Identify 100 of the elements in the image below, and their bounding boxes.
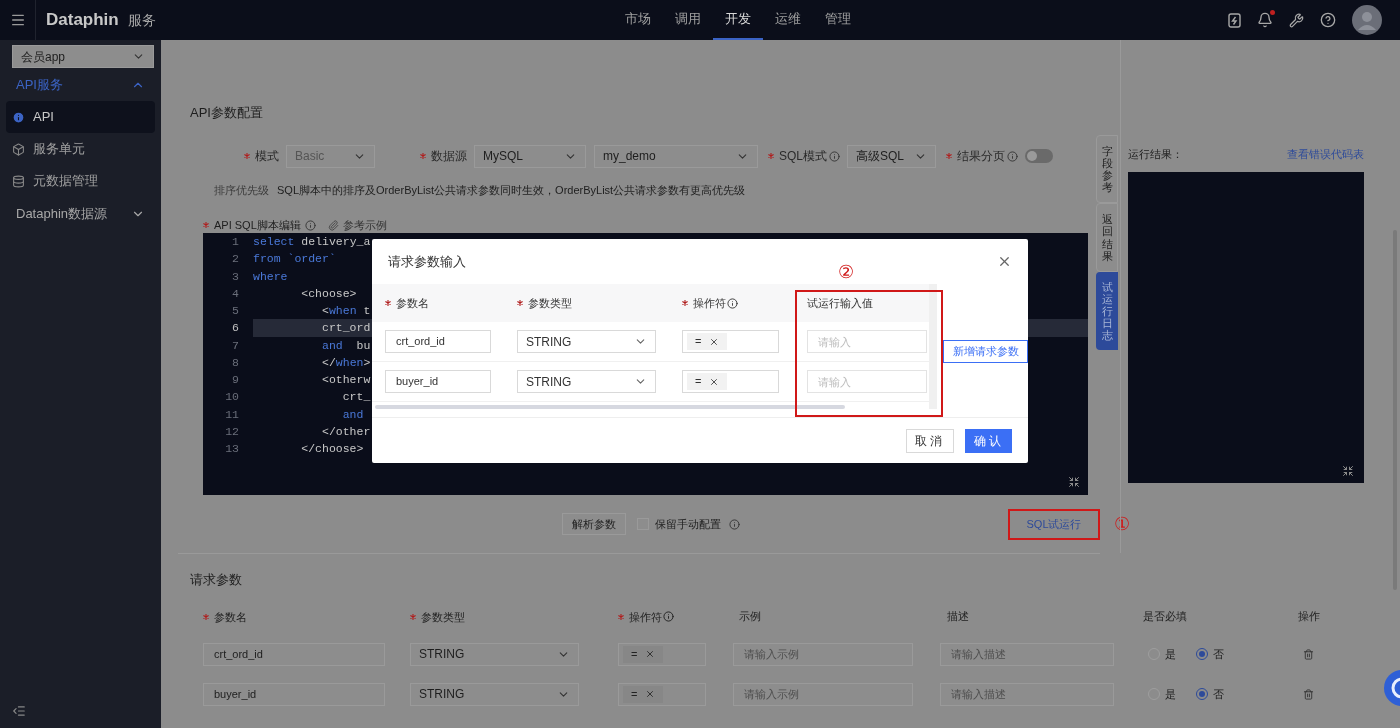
- info-icon: [304, 219, 316, 231]
- code-line: </choose>: [300, 442, 364, 455]
- radio-label: 否: [1213, 686, 1224, 702]
- param-type-select[interactable]: STRING: [410, 682, 579, 706]
- code-line: <choose>: [300, 286, 357, 300]
- code-line: </other: [321, 424, 371, 438]
- logo: Dataphin: [46, 9, 119, 32]
- info-icon: [829, 150, 840, 162]
- remove-icon[interactable]: [645, 689, 656, 699]
- add-param-button[interactable]: 新增请求参数: [943, 340, 1028, 363]
- confirm-button[interactable]: 确认: [965, 429, 1012, 453]
- datasource-select[interactable]: my_demo: [594, 144, 758, 168]
- side-tab[interactable]: 返回结果: [1096, 203, 1118, 272]
- database-icon: [12, 174, 25, 188]
- code-line: <otherw: [321, 373, 371, 386]
- nav-tab[interactable]: 开发: [712, 0, 763, 40]
- line-number: 13: [224, 441, 239, 457]
- param-type-select[interactable]: STRING: [517, 330, 656, 353]
- operator-field[interactable]: =: [618, 642, 706, 666]
- field-label: 数据源: [420, 147, 467, 165]
- trial-value-field[interactable]: 请输入: [807, 330, 927, 353]
- nav-tab[interactable]: 市场: [612, 0, 663, 40]
- collapse-icon[interactable]: [1068, 476, 1080, 488]
- line-number: 8: [231, 354, 239, 371]
- param-type-select[interactable]: STRING: [517, 370, 656, 393]
- remove-icon[interactable]: [645, 649, 656, 659]
- line-number: 10: [224, 389, 239, 406]
- sql-mode-select[interactable]: 高级SQL: [847, 144, 936, 168]
- nav-tab[interactable]: 管理: [812, 0, 863, 40]
- app-select[interactable]: 会员app: [12, 45, 154, 68]
- line-number: 2: [231, 251, 239, 268]
- cancel-button[interactable]: 取消: [906, 429, 954, 453]
- field-label: SQL模式: [768, 147, 827, 165]
- code-line: and bu: [321, 338, 371, 352]
- param-name-field[interactable]: buyer_id: [385, 370, 491, 393]
- param-name-field[interactable]: crt_ord_id: [203, 642, 385, 666]
- radio-label: 是: [1165, 686, 1176, 702]
- remove-icon[interactable]: [709, 336, 720, 347]
- sidebar-item[interactable]: 服务单元: [6, 133, 155, 165]
- operator-tag: =: [623, 685, 664, 703]
- section-title: API参数配置: [190, 104, 264, 122]
- nav-tab[interactable]: 运维: [762, 0, 813, 40]
- required-icon: [385, 300, 391, 307]
- column-header: 参数名: [385, 295, 429, 312]
- operator-field[interactable]: =: [682, 370, 779, 393]
- required-icon: [682, 300, 688, 307]
- battery-bolt-icon[interactable]: [1228, 12, 1241, 28]
- param-name-field[interactable]: crt_ord_id: [385, 330, 491, 353]
- column-header: 试运行输入值: [807, 295, 873, 311]
- collapse-sidebar-icon[interactable]: [12, 704, 26, 718]
- remove-icon[interactable]: [709, 376, 720, 387]
- sidebar-group[interactable]: API服务: [12, 68, 149, 101]
- trial-value-field[interactable]: 请输入: [807, 370, 927, 393]
- sidebar-item[interactable]: API: [6, 101, 155, 133]
- param-type-select[interactable]: STRING: [410, 642, 579, 666]
- menu-icon[interactable]: [9, 12, 26, 28]
- operator-tag: =: [623, 645, 664, 663]
- code-line: where: [253, 269, 288, 283]
- required-icon: [410, 613, 416, 620]
- line-number: 3: [231, 268, 239, 285]
- code-line: crt_: [341, 390, 371, 404]
- column-header: 参数名: [203, 608, 247, 626]
- example-link[interactable]: 参考示例: [342, 216, 387, 234]
- column-header: 是否必填: [1143, 609, 1187, 625]
- side-tab[interactable]: 字段参考: [1096, 135, 1118, 204]
- close-icon[interactable]: [997, 254, 1012, 269]
- wrench-icon[interactable]: [1289, 12, 1304, 28]
- error-code-link[interactable]: 查看错误代码表: [1287, 146, 1364, 163]
- field-label: 结果分页: [946, 147, 1005, 165]
- operator-tag: =: [687, 333, 728, 350]
- delete-icon[interactable]: [1303, 688, 1314, 700]
- cube-icon: [12, 142, 25, 156]
- line-number: 7: [231, 337, 239, 354]
- help-icon[interactable]: [1320, 12, 1336, 28]
- code-line: <when t: [321, 304, 371, 317]
- collapse-icon[interactable]: [1342, 464, 1354, 477]
- datasource-type-select[interactable]: MySQL: [474, 144, 586, 168]
- column-header: 操作符: [618, 608, 674, 626]
- nav-tab[interactable]: 调用: [662, 0, 713, 40]
- column-header: 参数类型: [410, 608, 465, 626]
- sidebar-group[interactable]: Dataphin数据源: [12, 197, 149, 230]
- code-editor[interactable]: [203, 233, 1088, 495]
- paging-toggle[interactable]: [1025, 149, 1053, 163]
- step-annotation: ②: [838, 261, 854, 284]
- dialog-title: 请求参数输入: [388, 252, 466, 271]
- parse-params-button[interactable]: 解析参数: [562, 513, 626, 535]
- line-number: 4: [231, 285, 239, 302]
- delete-icon[interactable]: [1303, 648, 1314, 660]
- info-icon: [729, 518, 740, 530]
- column-header: 描述: [947, 609, 969, 625]
- operator-field[interactable]: =: [618, 682, 706, 706]
- operator-field[interactable]: =: [682, 330, 779, 353]
- line-number: 9: [231, 372, 239, 388]
- side-tab[interactable]: 试运行日志: [1096, 271, 1118, 351]
- param-name-field[interactable]: buyer_id: [203, 682, 385, 706]
- bell-icon[interactable]: [1257, 12, 1273, 28]
- sql-trial-run-button[interactable]: SQL试运行: [1008, 508, 1100, 540]
- avatar[interactable]: [1352, 5, 1382, 35]
- help-bubble-icon[interactable]: [1382, 668, 1400, 708]
- sidebar-item[interactable]: 元数据管理: [6, 165, 155, 197]
